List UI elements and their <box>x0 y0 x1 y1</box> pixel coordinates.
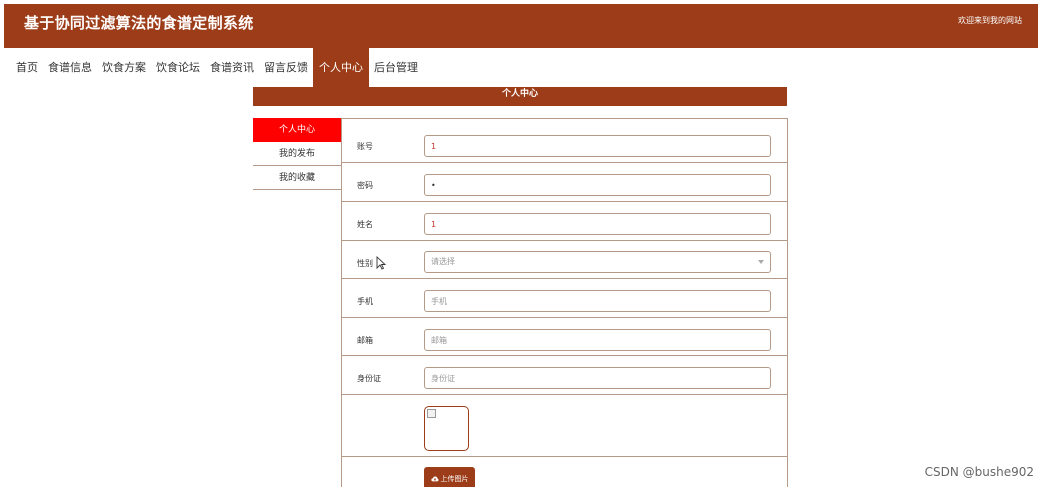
site-title: 基于协同过滤算法的食谱定制系统 <box>24 14 254 32</box>
main-nav: 首页 食谱信息 饮食方案 饮食论坛 食谱资讯 留言反馈 个人中心 后台管理 <box>4 48 423 88</box>
form-row-phone: 手机 <box>342 279 787 318</box>
nav-item-home[interactable]: 首页 <box>4 48 43 88</box>
password-input[interactable] <box>424 174 771 196</box>
profile-form: 账号 密码 姓名 性别 请选择 手机 邮箱 <box>341 118 788 487</box>
broken-image-icon <box>427 409 436 418</box>
form-row-name: 姓名 <box>342 202 787 241</box>
id-card-input[interactable] <box>424 367 771 389</box>
name-label: 姓名 <box>357 220 373 229</box>
upload-image-label: 上传图片 <box>440 475 469 483</box>
id-card-label: 身份证 <box>357 374 381 383</box>
account-input[interactable] <box>424 135 771 157</box>
account-label: 账号 <box>357 142 373 151</box>
password-label: 密码 <box>357 181 373 190</box>
upload-image-button[interactable]: 上传图片 <box>424 467 475 487</box>
site-header: 基于协同过滤算法的食谱定制系统 欢迎来到我的网站 <box>4 4 1038 48</box>
nav-item-admin[interactable]: 后台管理 <box>369 48 423 88</box>
nav-item-recipes[interactable]: 食谱信息 <box>43 48 97 88</box>
nav-item-news[interactable]: 食谱资讯 <box>205 48 259 88</box>
side-menu: 个人中心 我的发布 我的收藏 <box>253 118 341 190</box>
welcome-text: 欢迎来到我的网站 <box>958 16 1022 25</box>
section-title-bar: 个人中心 <box>253 87 787 106</box>
gender-label: 性别 <box>357 259 373 268</box>
side-item-my-posts[interactable]: 我的发布 <box>253 142 341 166</box>
form-row-avatar <box>342 395 787 457</box>
gender-select[interactable]: 请选择 <box>424 251 771 273</box>
name-input[interactable] <box>424 213 771 235</box>
nav-item-profile[interactable]: 个人中心 <box>313 48 369 88</box>
page: 基于协同过滤算法的食谱定制系统 欢迎来到我的网站 首页 食谱信息 饮食方案 饮食… <box>0 0 1048 487</box>
mouse-cursor-icon <box>376 256 386 270</box>
side-item-profile[interactable]: 个人中心 <box>253 118 341 142</box>
form-row-gender: 性别 请选择 <box>342 241 787 279</box>
form-row-password: 密码 <box>342 163 787 202</box>
nav-item-feedback[interactable]: 留言反馈 <box>259 48 313 88</box>
watermark: CSDN @bushe902 <box>924 465 1034 479</box>
upload-cloud-icon <box>430 476 439 482</box>
form-row-account: 账号 <box>342 119 787 163</box>
gender-select-placeholder: 请选择 <box>431 257 455 266</box>
avatar-preview[interactable] <box>424 406 469 451</box>
side-item-favorites[interactable]: 我的收藏 <box>253 166 341 190</box>
phone-input[interactable] <box>424 290 771 312</box>
nav-item-forum[interactable]: 饮食论坛 <box>151 48 205 88</box>
email-label: 邮箱 <box>357 336 373 345</box>
form-row-email: 邮箱 <box>342 318 787 356</box>
phone-label: 手机 <box>357 297 373 306</box>
nav-item-diet-plans[interactable]: 饮食方案 <box>97 48 151 88</box>
form-row-id-card: 身份证 <box>342 356 787 395</box>
email-input[interactable] <box>424 329 771 351</box>
chevron-down-icon <box>758 260 764 264</box>
